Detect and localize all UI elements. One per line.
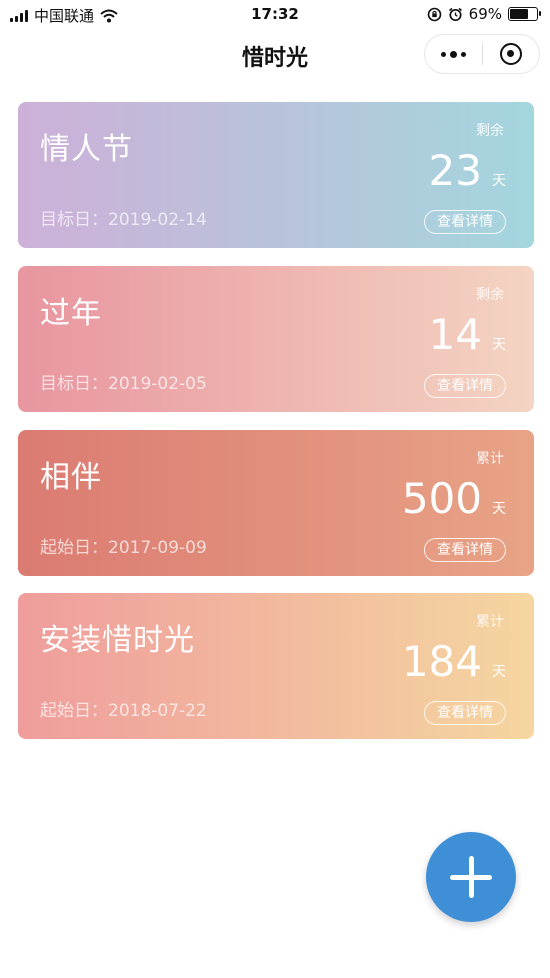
count-number: 184 <box>401 637 482 686</box>
orientation-lock-icon <box>427 7 441 21</box>
close-button[interactable] <box>483 35 540 73</box>
battery-percent: 69% <box>468 5 502 23</box>
date-label: 起始日： <box>40 701 108 721</box>
nav-bar: 惜时光 <box>0 30 550 78</box>
date-value: 2017-09-09 <box>108 538 207 558</box>
view-details-button[interactable]: 查看详情 <box>424 210 506 234</box>
close-target-icon <box>499 43 522 65</box>
event-card[interactable]: 情人节 剩余 23 天 目标日：2019-02-14 查看详情 <box>18 102 534 248</box>
event-card[interactable]: 相伴 累计 500 天 起始日：2017-09-09 查看详情 <box>18 430 534 576</box>
card-count: 184 天 <box>402 641 506 683</box>
card-title: 情人节 <box>40 132 133 167</box>
alarm-icon <box>448 7 462 21</box>
date-value: 2018-07-22 <box>108 701 207 721</box>
card-date: 起始日：2018-07-22 <box>40 696 207 721</box>
event-card[interactable]: 过年 剩余 14 天 目标日：2019-02-05 查看详情 <box>18 266 534 412</box>
date-value: 2019-02-14 <box>108 210 207 230</box>
view-details-button[interactable]: 查看详情 <box>424 374 506 398</box>
event-card[interactable]: 安装惜时光 累计 184 天 起始日：2018-07-22 查看详情 <box>18 593 534 739</box>
date-label: 目标日： <box>40 210 108 230</box>
count-number: 23 <box>428 146 482 195</box>
view-details-button[interactable]: 查看详情 <box>424 538 506 562</box>
add-event-button[interactable] <box>426 832 516 922</box>
date-label: 目标日： <box>40 374 108 394</box>
card-date: 目标日：2019-02-14 <box>40 205 207 230</box>
count-unit: 天 <box>492 337 506 353</box>
status-right: 69% <box>427 5 541 23</box>
card-date: 起始日：2017-09-09 <box>40 533 207 558</box>
mini-program-capsule <box>424 34 540 74</box>
date-label: 起始日： <box>40 538 108 558</box>
count-unit: 天 <box>492 173 506 189</box>
card-count-type: 剩余 <box>476 287 504 303</box>
more-button[interactable] <box>425 35 482 73</box>
more-icon <box>440 50 466 58</box>
card-count: 14 天 <box>429 314 506 356</box>
status-bar: 中国联通 17:32 69% <box>0 0 550 30</box>
card-count: 23 天 <box>429 150 506 192</box>
date-value: 2019-02-05 <box>108 374 207 394</box>
count-number: 14 <box>428 310 482 359</box>
count-number: 500 <box>401 474 482 523</box>
card-count-type: 累计 <box>476 451 504 467</box>
card-count: 500 天 <box>402 478 506 520</box>
view-details-button[interactable]: 查看详情 <box>424 701 506 725</box>
battery-icon <box>508 7 541 21</box>
card-title: 过年 <box>40 296 102 331</box>
card-count-type: 累计 <box>476 614 504 630</box>
count-unit: 天 <box>492 664 506 680</box>
card-title: 相伴 <box>40 460 102 495</box>
card-title: 安装惜时光 <box>40 623 195 658</box>
card-date: 目标日：2019-02-05 <box>40 369 207 394</box>
card-count-type: 剩余 <box>476 123 504 139</box>
count-unit: 天 <box>492 501 506 517</box>
